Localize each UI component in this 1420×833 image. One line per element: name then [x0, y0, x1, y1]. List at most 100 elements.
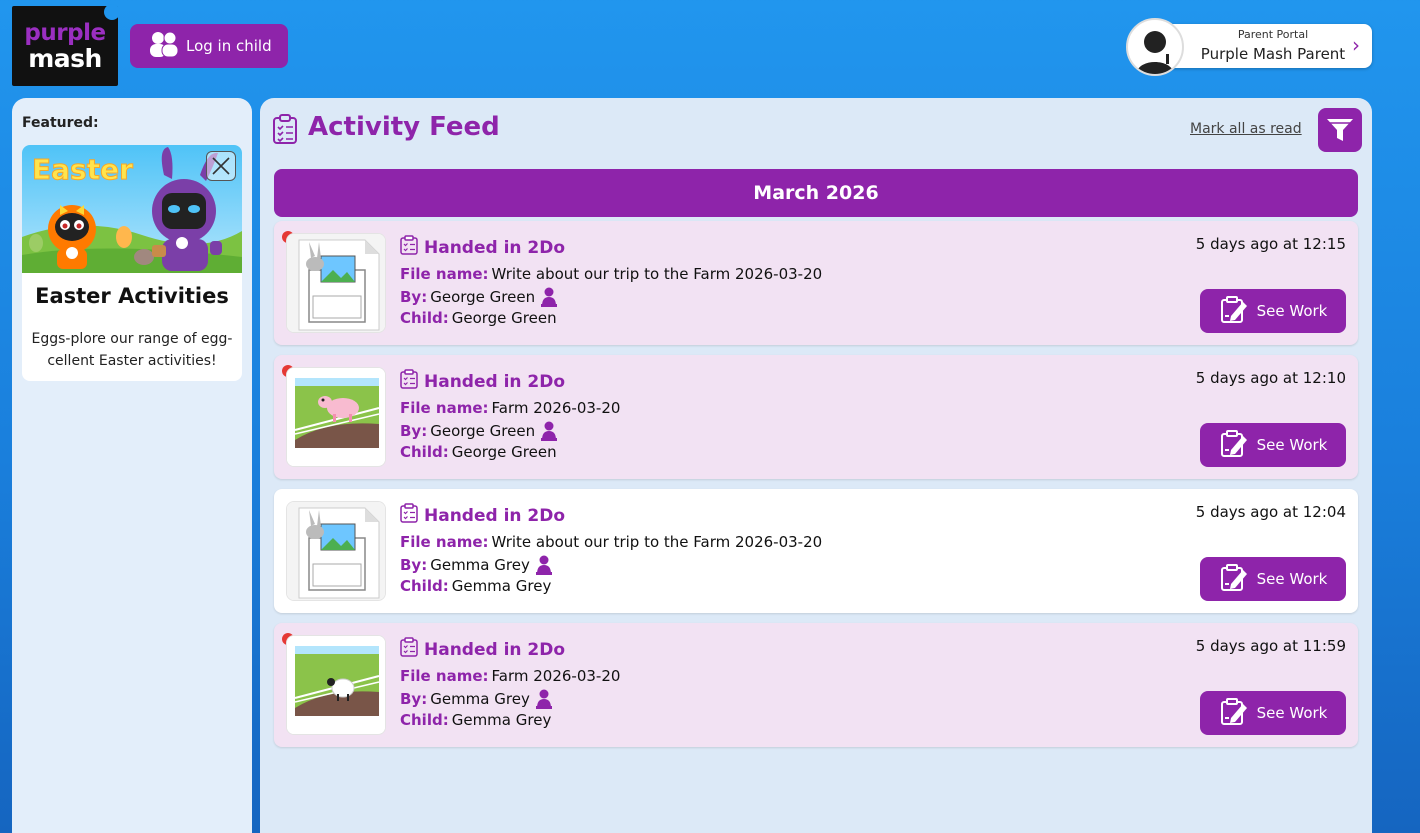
by-value: George Green	[430, 422, 536, 440]
child-value: Gemma Grey	[451, 577, 552, 595]
by-row: By: Gemma Grey	[400, 555, 552, 575]
person-icon	[541, 287, 558, 307]
by-label: By:	[400, 556, 428, 574]
work-thumbnail[interactable]	[286, 635, 386, 735]
logo-text-purple: purple	[24, 20, 106, 46]
child-value: George Green	[451, 443, 557, 461]
feed-item[interactable]: Handed in 2Do File name: Write about our t…	[274, 221, 1358, 345]
file-name-value: Farm 2026-03-20	[491, 667, 621, 685]
feed-item[interactable]: Handed in 2Do File name: Write about our t…	[274, 489, 1358, 613]
see-work-button[interactable]: See Work	[1200, 557, 1346, 601]
children-icon	[148, 30, 180, 62]
person-icon	[535, 689, 552, 709]
child-label: Child:	[400, 711, 449, 729]
featured-card[interactable]: Easter Easter Activities Eggs-plore our …	[22, 145, 242, 381]
child-row: Child: George Green	[400, 309, 557, 327]
activity-feed-panel: Activity Feed Mark all as read March 202…	[260, 98, 1372, 833]
child-row: Child: Gemma Grey	[400, 577, 551, 595]
feed-item-title-text: Handed in 2Do	[424, 505, 566, 526]
file-name-row: File name: Farm 2026-03-20	[400, 399, 620, 417]
clipboard-icon	[400, 637, 418, 662]
feed-item[interactable]: Handed in 2Do File name: Farm 2026-03-20 By…	[274, 623, 1358, 747]
banner-easter-text: Easter	[32, 153, 133, 186]
parent-portal-menu[interactable]: Parent Portal Purple Mash Parent ›	[1126, 18, 1372, 76]
feed-item-title-text: Handed in 2Do	[424, 639, 566, 660]
see-work-button[interactable]: See Work	[1200, 289, 1346, 333]
by-value: Gemma Grey	[430, 690, 530, 708]
file-name-row: File name: Write about our trip to the Fa…	[400, 533, 822, 551]
clipboard-icon	[272, 114, 298, 148]
person-icon	[541, 421, 558, 441]
child-label: Child:	[400, 577, 449, 595]
file-name-label: File name:	[400, 265, 489, 283]
child-value: George Green	[451, 309, 557, 327]
work-thumbnail[interactable]	[286, 367, 386, 467]
child-label: Child:	[400, 309, 449, 327]
file-name-label: File name:	[400, 667, 489, 685]
by-value: Gemma Grey	[430, 556, 530, 574]
file-name-value: Write about our trip to the Farm 2026-03…	[491, 533, 823, 551]
file-name-row: File name: Farm 2026-03-20	[400, 667, 620, 685]
feed-item-title[interactable]: Handed in 2Do	[400, 503, 565, 528]
user-avatar	[1126, 18, 1184, 76]
feed-item-title[interactable]: Handed in 2Do	[400, 369, 565, 394]
by-row: By: George Green	[400, 287, 558, 307]
work-thumbnail[interactable]	[286, 501, 386, 601]
edit-clipboard-icon	[1219, 696, 1249, 730]
file-name-row: File name: Write about our trip to the Fa…	[400, 265, 822, 283]
filter-button[interactable]	[1318, 108, 1362, 152]
by-row: By: George Green	[400, 421, 558, 441]
parent-portal-label: Parent Portal	[1237, 28, 1309, 41]
file-name-label: File name:	[400, 533, 489, 551]
feed-item-title-text: Handed in 2Do	[424, 237, 566, 258]
feed-item-title[interactable]: Handed in 2Do	[400, 637, 565, 662]
close-icon	[212, 157, 230, 175]
featured-label: Featured:	[22, 115, 99, 131]
see-work-label: See Work	[1256, 570, 1328, 588]
see-work-label: See Work	[1256, 302, 1328, 320]
month-header: March 2026	[274, 169, 1358, 217]
see-work-button[interactable]: See Work	[1200, 423, 1346, 467]
by-row: By: Gemma Grey	[400, 689, 552, 709]
edit-clipboard-icon	[1219, 428, 1249, 462]
child-row: Child: George Green	[400, 443, 557, 461]
close-featured-button[interactable]	[206, 151, 236, 181]
logo-notch	[104, 4, 120, 20]
feed-item-time: 5 days ago at 12:15	[1195, 235, 1346, 253]
purple-mash-logo[interactable]: purple mash	[12, 4, 120, 86]
featured-card-title: Easter Activities	[35, 284, 229, 308]
file-name-value: Write about our trip to the Farm 2026-03…	[491, 265, 823, 283]
by-label: By:	[400, 690, 428, 708]
by-value: George Green	[430, 288, 536, 306]
edit-clipboard-icon	[1219, 562, 1249, 596]
log-in-child-label: Log in child	[186, 37, 272, 55]
sidebar: Featured: Easter Easter Activities Eggs-…	[12, 98, 252, 833]
filter-icon	[1327, 119, 1353, 141]
person-icon	[535, 555, 552, 575]
feed-item[interactable]: Handed in 2Do File name: Farm 2026-03-20 By…	[274, 355, 1358, 479]
chevron-right-icon: ›	[1352, 33, 1360, 57]
file-name-value: Farm 2026-03-20	[491, 399, 621, 417]
see-work-label: See Work	[1256, 704, 1328, 722]
feed-item-time: 5 days ago at 11:59	[1195, 637, 1346, 655]
by-label: By:	[400, 288, 428, 306]
feed-item-time: 5 days ago at 12:04	[1195, 503, 1346, 521]
logo-text-mash: mash	[28, 44, 102, 73]
child-value: Gemma Grey	[451, 711, 552, 729]
by-label: By:	[400, 422, 428, 440]
mark-all-read-link[interactable]: Mark all as read	[1190, 121, 1302, 137]
clipboard-icon	[400, 369, 418, 394]
activity-feed-title: Activity Feed	[308, 112, 500, 142]
see-work-button[interactable]: See Work	[1200, 691, 1346, 735]
file-name-label: File name:	[400, 399, 489, 417]
clipboard-icon	[400, 503, 418, 528]
edit-clipboard-icon	[1219, 294, 1249, 328]
child-label: Child:	[400, 443, 449, 461]
clipboard-icon	[400, 235, 418, 260]
parent-user-name: Purple Mash Parent	[1200, 45, 1346, 63]
feed-item-title-text: Handed in 2Do	[424, 371, 566, 392]
work-thumbnail[interactable]	[286, 233, 386, 333]
feed-item-title[interactable]: Handed in 2Do	[400, 235, 565, 260]
parent-portal-box[interactable]: Parent Portal Purple Mash Parent ›	[1154, 24, 1372, 68]
log-in-child-button[interactable]: Log in child	[130, 24, 288, 68]
